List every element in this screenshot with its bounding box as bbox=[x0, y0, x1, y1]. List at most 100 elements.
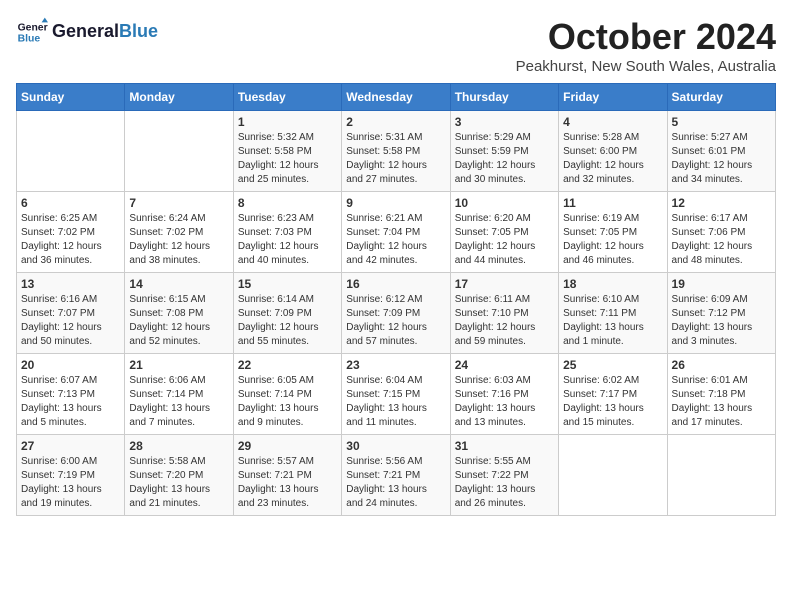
calendar-cell: 21 Sunrise: 6:06 AM Sunset: 7:14 PM Dayli… bbox=[125, 354, 233, 435]
day-info: Sunrise: 6:07 AM Sunset: 7:13 PM Dayligh… bbox=[21, 374, 120, 430]
calendar-cell: 3 Sunrise: 5:29 AM Sunset: 5:59 PM Daylig… bbox=[450, 111, 558, 192]
calendar-cell: 15 Sunrise: 6:14 AM Sunset: 7:09 PM Dayli… bbox=[233, 273, 341, 354]
day-number: 5 bbox=[672, 115, 771, 129]
day-info: Sunrise: 6:00 AM Sunset: 7:19 PM Dayligh… bbox=[21, 455, 120, 511]
header-day-saturday: Saturday bbox=[667, 84, 775, 111]
day-info: Sunrise: 5:57 AM Sunset: 7:21 PM Dayligh… bbox=[238, 455, 337, 511]
day-info: Sunrise: 6:12 AM Sunset: 7:09 PM Dayligh… bbox=[346, 293, 445, 349]
calendar-week-1: 1Sunrise: 5:32 AM Sunset: 5:58 PM Daylig… bbox=[17, 111, 776, 192]
day-number: 18 bbox=[563, 277, 662, 291]
calendar-cell: 28 Sunrise: 5:58 AM Sunset: 7:20 PM Dayli… bbox=[125, 435, 233, 516]
day-number: 13 bbox=[21, 277, 120, 291]
day-info: Sunrise: 5:56 AM Sunset: 7:21 PM Dayligh… bbox=[346, 455, 445, 511]
calendar-cell: 12 Sunrise: 6:17 AM Sunset: 7:06 PM Dayli… bbox=[667, 192, 775, 273]
calendar-cell: 17 Sunrise: 6:11 AM Sunset: 7:10 PM Dayli… bbox=[450, 273, 558, 354]
title-block: October 2024 Peakhurst, New South Wales,… bbox=[516, 16, 776, 75]
day-number: 3 bbox=[455, 115, 554, 129]
day-info: Sunrise: 5:28 AM Sunset: 6:00 PM Dayligh… bbox=[563, 131, 662, 187]
calendar-cell: 9Sunrise: 6:21 AM Sunset: 7:04 PM Daylig… bbox=[342, 192, 450, 273]
day-info: Sunrise: 5:58 AM Sunset: 7:20 PM Dayligh… bbox=[129, 455, 228, 511]
calendar-cell: 18 Sunrise: 6:10 AM Sunset: 7:11 PM Dayli… bbox=[559, 273, 667, 354]
day-number: 10 bbox=[455, 196, 554, 210]
day-info: Sunrise: 6:05 AM Sunset: 7:14 PM Dayligh… bbox=[238, 374, 337, 430]
calendar-cell: 24 Sunrise: 6:03 AM Sunset: 7:16 PM Dayli… bbox=[450, 354, 558, 435]
day-number: 27 bbox=[21, 439, 120, 453]
day-info: Sunrise: 6:14 AM Sunset: 7:09 PM Dayligh… bbox=[238, 293, 337, 349]
calendar-cell: 10 Sunrise: 6:20 AM Sunset: 7:05 PM Dayli… bbox=[450, 192, 558, 273]
day-number: 22 bbox=[238, 358, 337, 372]
calendar-week-4: 20 Sunrise: 6:07 AM Sunset: 7:13 PM Dayli… bbox=[17, 354, 776, 435]
day-number: 20 bbox=[21, 358, 120, 372]
day-info: Sunrise: 6:03 AM Sunset: 7:16 PM Dayligh… bbox=[455, 374, 554, 430]
calendar-cell bbox=[125, 111, 233, 192]
page-header: General Blue GeneralBlue October 2024 Pe… bbox=[16, 16, 776, 75]
day-info: Sunrise: 6:21 AM Sunset: 7:04 PM Dayligh… bbox=[346, 212, 445, 268]
calendar-cell: 20 Sunrise: 6:07 AM Sunset: 7:13 PM Dayli… bbox=[17, 354, 125, 435]
day-info: Sunrise: 6:16 AM Sunset: 7:07 PM Dayligh… bbox=[21, 293, 120, 349]
calendar-cell bbox=[667, 435, 775, 516]
logo-text-line1: GeneralBlue bbox=[52, 21, 158, 43]
day-number: 12 bbox=[672, 196, 771, 210]
calendar-cell: 11 Sunrise: 6:19 AM Sunset: 7:05 PM Dayli… bbox=[559, 192, 667, 273]
day-info: Sunrise: 5:55 AM Sunset: 7:22 PM Dayligh… bbox=[455, 455, 554, 511]
calendar-cell: 25 Sunrise: 6:02 AM Sunset: 7:17 PM Dayli… bbox=[559, 354, 667, 435]
day-number: 19 bbox=[672, 277, 771, 291]
calendar-cell: 13 Sunrise: 6:16 AM Sunset: 7:07 PM Dayli… bbox=[17, 273, 125, 354]
day-number: 17 bbox=[455, 277, 554, 291]
day-info: Sunrise: 6:25 AM Sunset: 7:02 PM Dayligh… bbox=[21, 212, 120, 268]
day-number: 11 bbox=[563, 196, 662, 210]
day-number: 29 bbox=[238, 439, 337, 453]
header-day-friday: Friday bbox=[559, 84, 667, 111]
day-info: Sunrise: 5:29 AM Sunset: 5:59 PM Dayligh… bbox=[455, 131, 554, 187]
svg-text:General: General bbox=[18, 22, 48, 33]
header-day-tuesday: Tuesday bbox=[233, 84, 341, 111]
day-number: 8 bbox=[238, 196, 337, 210]
day-info: Sunrise: 6:06 AM Sunset: 7:14 PM Dayligh… bbox=[129, 374, 228, 430]
day-info: Sunrise: 6:17 AM Sunset: 7:06 PM Dayligh… bbox=[672, 212, 771, 268]
location-subtitle: Peakhurst, New South Wales, Australia bbox=[516, 58, 776, 75]
day-number: 6 bbox=[21, 196, 120, 210]
calendar-cell: 23Sunrise: 6:04 AM Sunset: 7:15 PM Dayli… bbox=[342, 354, 450, 435]
calendar-cell: 2 Sunrise: 5:31 AM Sunset: 5:58 PM Daylig… bbox=[342, 111, 450, 192]
day-number: 28 bbox=[129, 439, 228, 453]
calendar-cell: 30 Sunrise: 5:56 AM Sunset: 7:21 PM Dayli… bbox=[342, 435, 450, 516]
day-number: 25 bbox=[563, 358, 662, 372]
day-number: 26 bbox=[672, 358, 771, 372]
day-info: Sunrise: 6:15 AM Sunset: 7:08 PM Dayligh… bbox=[129, 293, 228, 349]
day-number: 16 bbox=[346, 277, 445, 291]
day-number: 31 bbox=[455, 439, 554, 453]
day-number: 15 bbox=[238, 277, 337, 291]
day-number: 21 bbox=[129, 358, 228, 372]
month-title: October 2024 bbox=[516, 16, 776, 58]
day-info: Sunrise: 6:23 AM Sunset: 7:03 PM Dayligh… bbox=[238, 212, 337, 268]
calendar-cell: 31 Sunrise: 5:55 AM Sunset: 7:22 PM Dayli… bbox=[450, 435, 558, 516]
calendar-cell: 6 Sunrise: 6:25 AM Sunset: 7:02 PM Daylig… bbox=[17, 192, 125, 273]
day-number: 23 bbox=[346, 358, 445, 372]
day-info: Sunrise: 6:02 AM Sunset: 7:17 PM Dayligh… bbox=[563, 374, 662, 430]
header-day-monday: Monday bbox=[125, 84, 233, 111]
header-day-thursday: Thursday bbox=[450, 84, 558, 111]
logo: General Blue GeneralBlue bbox=[16, 16, 158, 48]
day-info: Sunrise: 6:20 AM Sunset: 7:05 PM Dayligh… bbox=[455, 212, 554, 268]
calendar-cell: 7Sunrise: 6:24 AM Sunset: 7:02 PM Daylig… bbox=[125, 192, 233, 273]
day-number: 4 bbox=[563, 115, 662, 129]
calendar-cell: 19Sunrise: 6:09 AM Sunset: 7:12 PM Dayli… bbox=[667, 273, 775, 354]
day-number: 2 bbox=[346, 115, 445, 129]
day-info: Sunrise: 6:24 AM Sunset: 7:02 PM Dayligh… bbox=[129, 212, 228, 268]
calendar-cell: 22 Sunrise: 6:05 AM Sunset: 7:14 PM Dayli… bbox=[233, 354, 341, 435]
svg-text:Blue: Blue bbox=[18, 34, 41, 45]
day-number: 30 bbox=[346, 439, 445, 453]
calendar-header-row: SundayMondayTuesdayWednesdayThursdayFrid… bbox=[17, 84, 776, 111]
calendar-cell: 14Sunrise: 6:15 AM Sunset: 7:08 PM Dayli… bbox=[125, 273, 233, 354]
calendar-cell: 1Sunrise: 5:32 AM Sunset: 5:58 PM Daylig… bbox=[233, 111, 341, 192]
calendar-week-5: 27 Sunrise: 6:00 AM Sunset: 7:19 PM Dayli… bbox=[17, 435, 776, 516]
calendar-cell: 26Sunrise: 6:01 AM Sunset: 7:18 PM Dayli… bbox=[667, 354, 775, 435]
day-info: Sunrise: 6:19 AM Sunset: 7:05 PM Dayligh… bbox=[563, 212, 662, 268]
day-info: Sunrise: 5:31 AM Sunset: 5:58 PM Dayligh… bbox=[346, 131, 445, 187]
calendar-cell: 5Sunrise: 5:27 AM Sunset: 6:01 PM Daylig… bbox=[667, 111, 775, 192]
calendar-cell: 8 Sunrise: 6:23 AM Sunset: 7:03 PM Daylig… bbox=[233, 192, 341, 273]
calendar-cell bbox=[17, 111, 125, 192]
day-info: Sunrise: 6:11 AM Sunset: 7:10 PM Dayligh… bbox=[455, 293, 554, 349]
day-number: 24 bbox=[455, 358, 554, 372]
day-info: Sunrise: 6:10 AM Sunset: 7:11 PM Dayligh… bbox=[563, 293, 662, 349]
